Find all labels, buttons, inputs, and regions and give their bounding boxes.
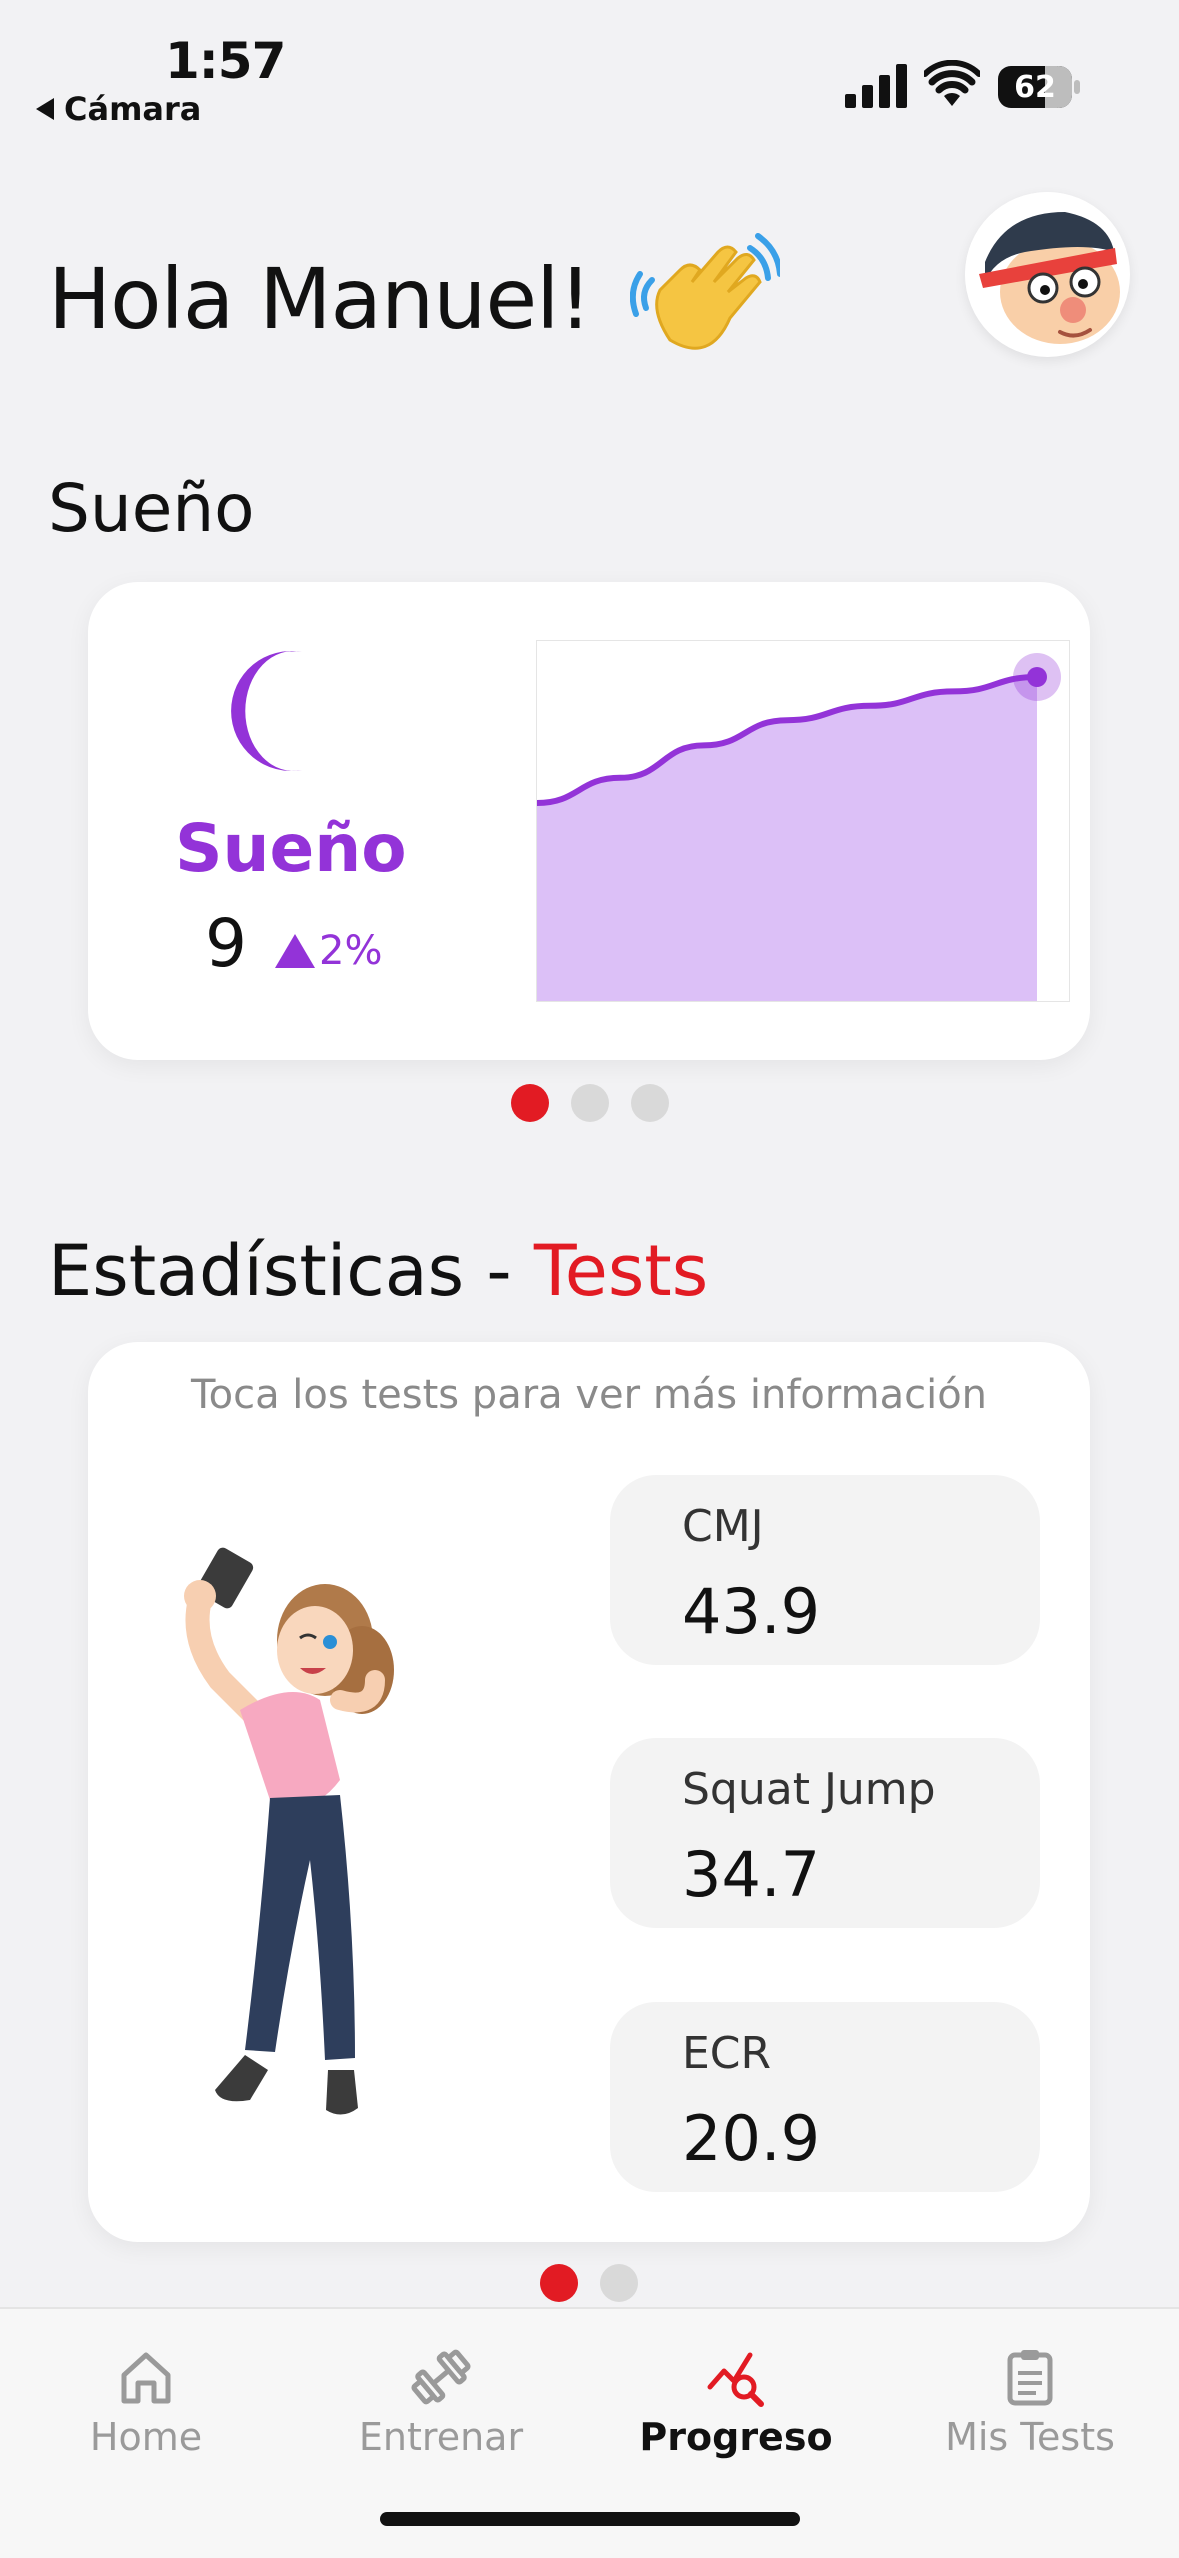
battery-level: 62 bbox=[1014, 70, 1056, 105]
carousel-dot[interactable] bbox=[571, 1084, 609, 1122]
stats-hint: Toca los tests para ver más información bbox=[190, 1372, 988, 1418]
progress-chart-icon bbox=[707, 2352, 764, 2407]
sleep-trend: 2% bbox=[275, 928, 382, 974]
trend-up-icon bbox=[275, 934, 315, 968]
cartoon-avatar-icon bbox=[965, 192, 1129, 356]
nav-item-entrenar[interactable]: Entrenar bbox=[311, 2347, 571, 2459]
test-tile-cmj[interactable]: CMJ 43.9 bbox=[610, 1475, 1040, 1665]
test-name: ECR bbox=[682, 2028, 772, 2079]
sleep-metric-label: Sueño bbox=[175, 810, 407, 887]
moon-icon bbox=[231, 651, 302, 771]
sleep-area-chart bbox=[536, 653, 1061, 1001]
selfie-girl-illustration bbox=[184, 1547, 394, 2115]
sleep-area-fill bbox=[537, 677, 1037, 1001]
test-value: 43.9 bbox=[682, 1575, 821, 1648]
nav-label: Mis Tests bbox=[945, 2415, 1115, 2459]
home-icon bbox=[121, 2352, 171, 2404]
nav-item-home[interactable]: Home bbox=[16, 2347, 276, 2459]
back-arrow-icon bbox=[36, 98, 54, 120]
test-tile-squat-jump[interactable]: Squat Jump 34.7 bbox=[610, 1738, 1040, 1928]
battery-indicator: 62 bbox=[998, 66, 1080, 108]
status-time: 1:57 bbox=[165, 32, 286, 90]
back-to-camera-link[interactable]: Cámara bbox=[36, 90, 201, 128]
signal-icon bbox=[845, 64, 907, 108]
home-indicator bbox=[380, 2512, 800, 2526]
test-name: Squat Jump bbox=[682, 1764, 936, 1815]
nav-label: Entrenar bbox=[358, 2415, 524, 2459]
carousel-dot[interactable] bbox=[631, 1084, 669, 1122]
dumbbell-icon bbox=[411, 2349, 471, 2405]
nav-item-progreso[interactable]: Progreso bbox=[606, 2347, 866, 2459]
carousel-dot[interactable] bbox=[600, 2264, 638, 2302]
greeting-title: Hola Manuel! bbox=[48, 250, 592, 348]
stats-carousel-dots bbox=[540, 2264, 638, 2302]
clipboard-icon bbox=[1007, 2350, 1053, 2406]
sleep-carousel-dots bbox=[511, 1084, 669, 1122]
test-value: 20.9 bbox=[682, 2102, 821, 2175]
back-label: Cámara bbox=[64, 90, 202, 128]
sleep-chart[interactable] bbox=[536, 640, 1070, 1002]
stats-title-prefix: Estadísticas - bbox=[48, 1230, 534, 1312]
test-value: 34.7 bbox=[682, 1838, 821, 1911]
test-name: CMJ bbox=[682, 1501, 764, 1552]
avatar[interactable] bbox=[965, 192, 1130, 357]
sleep-section-title: Sueño bbox=[48, 470, 255, 547]
wifi-icon bbox=[924, 60, 980, 106]
stats-title-highlight: Tests bbox=[533, 1230, 709, 1312]
sleep-trend-value: 2% bbox=[319, 928, 383, 974]
nav-label: Progreso bbox=[639, 2415, 833, 2459]
carousel-dot[interactable] bbox=[540, 2264, 578, 2302]
test-tile-ecr[interactable]: ECR 20.9 bbox=[610, 2002, 1040, 2192]
nav-item-mis-tests[interactable]: Mis Tests bbox=[900, 2347, 1160, 2459]
waving-hand-icon bbox=[630, 233, 780, 350]
stats-section-title: Estadísticas - Tests bbox=[48, 1230, 708, 1312]
carousel-dot[interactable] bbox=[511, 1084, 549, 1122]
nav-label: Home bbox=[89, 2415, 203, 2459]
sleep-metric-value: 9 bbox=[205, 905, 247, 982]
sleep-latest-point[interactable] bbox=[1027, 667, 1047, 687]
